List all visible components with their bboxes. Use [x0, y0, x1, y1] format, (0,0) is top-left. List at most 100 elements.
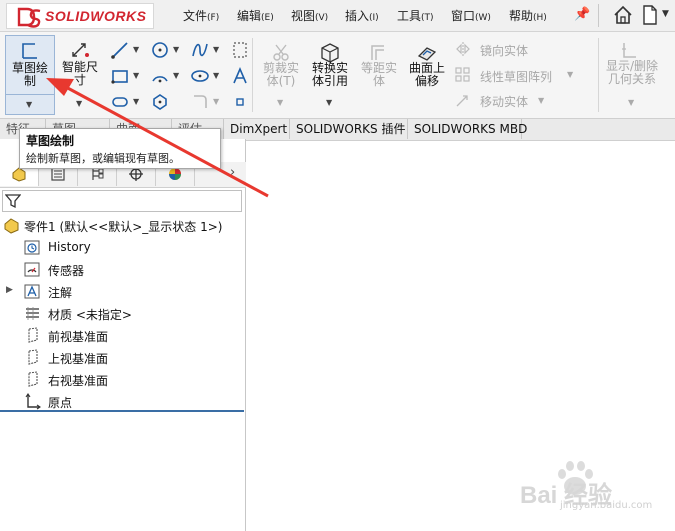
tree-item-right-plane[interactable]: 右视基准面: [24, 370, 244, 390]
sketch-dropdown-icon[interactable]: ▼: [26, 100, 32, 109]
trim-dropdown-icon[interactable]: ▼: [277, 98, 283, 107]
offset-on-surface-label: 曲面上 偏移: [408, 61, 445, 88]
move-entities-dropdown-icon[interactable]: ▼: [538, 96, 544, 105]
text-icon[interactable]: [230, 66, 250, 86]
arc-icon[interactable]: [150, 66, 170, 86]
spline-dropdown-icon[interactable]: ▼: [213, 45, 219, 54]
convert-entities-dropdown-icon[interactable]: ▼: [326, 98, 332, 107]
menu-window-accel: (W): [475, 13, 491, 23]
menu-tools[interactable]: 工具(T): [397, 7, 434, 24]
menu-edit-accel: (E): [261, 13, 274, 23]
ellipse-icon[interactable]: [190, 66, 210, 86]
move-entities-icon[interactable]: [455, 92, 471, 108]
fillet-icon[interactable]: [190, 92, 210, 112]
tooltip-description: 绘制新草图，或编辑现有草图。: [26, 152, 180, 165]
panel-tabs-scroll-right-icon[interactable]: ›: [230, 165, 235, 180]
new-document-icon[interactable]: [640, 4, 660, 26]
home-icon[interactable]: [612, 4, 634, 26]
annotation-icon: [24, 284, 40, 299]
tree-item-label: 原点: [48, 396, 73, 410]
offset-entities-button[interactable]: 等距实 体: [356, 38, 402, 112]
menu-help[interactable]: 帮助(H): [509, 7, 547, 24]
tree-item-annotations[interactable]: ▶ 注解: [6, 282, 244, 302]
menu-view-accel: (V): [315, 13, 329, 23]
tab-solidworks-addins-label: SOLIDWORKS 插件: [296, 122, 406, 136]
construction-geometry-icon[interactable]: [230, 40, 250, 60]
spline-icon[interactable]: [190, 40, 210, 60]
watermark-url: jingyan.baidu.com: [560, 500, 653, 511]
new-document-dropdown-icon[interactable]: ▼: [662, 9, 669, 19]
smart-dimension-dropdown-icon[interactable]: ▼: [76, 99, 82, 108]
tree-item-material[interactable]: 材质 <未指定>: [24, 304, 244, 324]
tree-item-top-plane[interactable]: 上视基准面: [24, 348, 244, 368]
tree-item-label: 上视基准面: [48, 352, 109, 366]
tab-solidworks-mbd[interactable]: SOLIDWORKS MBD: [408, 119, 527, 139]
material-icon: [26, 307, 39, 320]
tab-solidworks-addins[interactable]: SOLIDWORKS 插件: [290, 119, 408, 139]
tree-root-part[interactable]: 零件1 (默认<<默认>_显示状态 1>): [2, 216, 242, 236]
sketch-split-line: [6, 94, 54, 95]
slot-dropdown-icon[interactable]: ▼: [133, 97, 139, 106]
sketch-label: 草图绘 制: [11, 61, 48, 88]
rectangle-icon[interactable]: [110, 66, 130, 86]
smart-dimension-icon: [72, 43, 89, 57]
tree-item-sensors[interactable]: 传感器: [24, 260, 244, 280]
display-delete-relations-label: 显示/删除 几何关系: [605, 59, 659, 86]
move-entities-label[interactable]: 移动实体: [480, 93, 528, 110]
menu-separator: [598, 4, 599, 27]
ds-logo-icon: [17, 7, 41, 28]
menu-file[interactable]: 文件(F): [183, 7, 219, 24]
rectangle-dropdown-icon[interactable]: ▼: [133, 71, 139, 80]
line-dropdown-icon[interactable]: ▼: [133, 45, 139, 54]
menu-view[interactable]: 视图(V): [291, 7, 328, 24]
plane-icon: [28, 371, 38, 387]
menu-insert[interactable]: 插入(I): [345, 7, 379, 24]
fillet-dropdown-icon[interactable]: ▼: [213, 97, 219, 106]
circle-icon[interactable]: [150, 40, 170, 60]
menu-window[interactable]: 窗口(W): [451, 7, 491, 24]
sketch-button[interactable]: 草图绘 制 ▼: [5, 35, 55, 115]
relations-icon: [622, 43, 636, 58]
mirror-entities-icon[interactable]: [455, 41, 471, 57]
panel-divider: [0, 410, 244, 412]
menu-edit[interactable]: 编辑(E): [237, 7, 274, 24]
ribbon-separator: [252, 38, 253, 112]
tree-item-label: 材质 <未指定>: [48, 308, 132, 322]
pin-icon[interactable]: 📌: [574, 7, 590, 22]
slot-icon[interactable]: [110, 92, 130, 112]
menu-insert-accel: (I): [369, 13, 379, 23]
offset-on-surface-button[interactable]: 曲面上 偏移: [404, 38, 450, 112]
plane-icon: [28, 327, 38, 343]
smart-dimension-label: 智能尺 寸: [61, 60, 98, 87]
sketch-icon: [22, 43, 37, 59]
point-icon[interactable]: [230, 92, 250, 112]
history-icon: [24, 240, 40, 255]
convert-entities-button[interactable]: 转换实 体引用 ▼: [306, 38, 354, 112]
app-logo[interactable]: SOLIDWORKS: [6, 3, 154, 29]
display-delete-relations-button[interactable]: 显示/删除 几何关系 ▼: [602, 38, 662, 112]
brand-name: SOLIDWORKS: [45, 8, 147, 24]
arc-dropdown-icon[interactable]: ▼: [173, 71, 179, 80]
filter-bar[interactable]: [2, 190, 242, 212]
ribbon-separator-2: [598, 38, 599, 112]
display-delete-relations-dropdown-icon[interactable]: ▼: [628, 98, 634, 107]
linear-pattern-label[interactable]: 线性草图阵列: [480, 68, 552, 85]
mirror-entities-label[interactable]: 镜向实体: [480, 42, 528, 59]
menu-tools-accel: (T): [421, 13, 434, 23]
ellipse-dropdown-icon[interactable]: ▼: [213, 71, 219, 80]
line-icon[interactable]: [110, 40, 130, 60]
filter-icon[interactable]: [5, 193, 21, 209]
linear-pattern-dropdown-icon[interactable]: ▼: [567, 70, 573, 79]
trim-entities-button[interactable]: 剪裁实 体(T) ▼: [258, 38, 304, 112]
smart-dimension-button[interactable]: 智能尺 寸 ▼: [57, 35, 103, 115]
circle-dropdown-icon[interactable]: ▼: [173, 45, 179, 54]
tab-dimxpert[interactable]: DimXpert: [224, 119, 290, 139]
tree-item-front-plane[interactable]: 前视基准面: [24, 326, 244, 346]
expand-annotations-icon[interactable]: ▶: [6, 285, 13, 295]
tree-item-origin[interactable]: 原点: [24, 392, 244, 412]
polygon-icon[interactable]: [150, 92, 170, 112]
tree-item-label: 右视基准面: [48, 374, 109, 388]
menu-file-label: 文件: [183, 9, 208, 23]
linear-pattern-icon[interactable]: [455, 67, 471, 83]
tree-item-history[interactable]: History: [24, 238, 244, 258]
